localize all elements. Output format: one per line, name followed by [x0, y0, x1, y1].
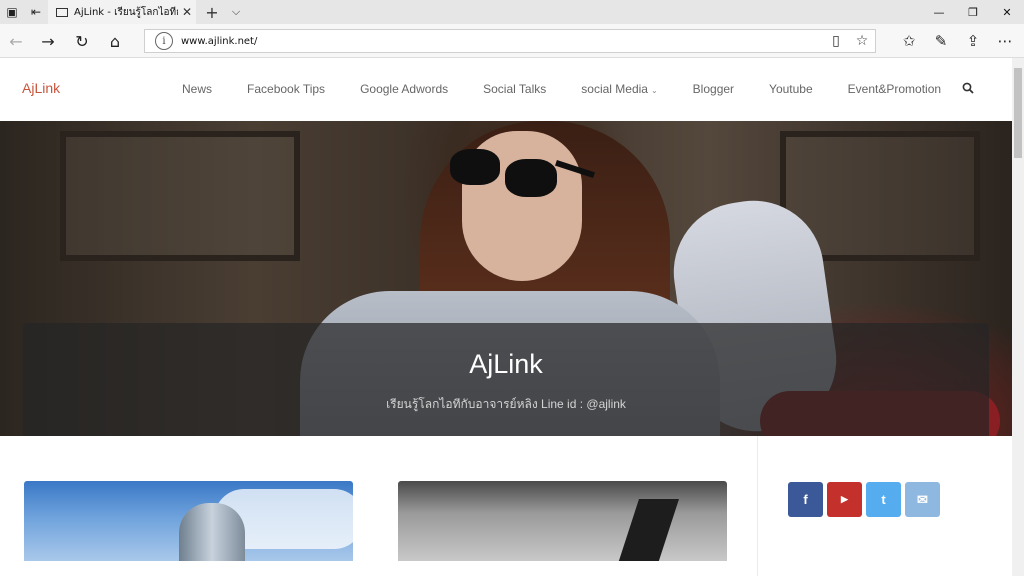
browser-tab-active[interactable]: AjLink - เรียนรู้โลกไอทีกับอ ✕ — [48, 0, 196, 24]
post-thumbnail[interactable] — [24, 481, 353, 561]
favorite-star-icon[interactable]: ☆ — [849, 30, 875, 52]
restore-button[interactable]: ❐ — [956, 0, 990, 24]
more-icon[interactable]: ⋯ — [991, 29, 1019, 53]
hero-caption-box: AjLink เรียนรู้โลกไอทีกับอาจารย์หลิง Lin… — [23, 323, 989, 436]
menu-item-social-media-label: social Media — [581, 82, 648, 96]
reading-view-icon[interactable]: ▯ — [823, 30, 849, 52]
browser-nav-bar: ← → ↻ ⌂ i www.ajlink.net/ ▯ ☆ ✩ ✎ ⇪ ⋯ — [0, 24, 1024, 58]
set-aside-tabs-icon[interactable]: ⇤ — [24, 0, 48, 24]
email-icon: ✉ — [917, 491, 928, 507]
menu-item-facebook-tips[interactable]: Facebook Tips — [247, 82, 325, 96]
menu-item-social-talks[interactable]: Social Talks — [483, 82, 546, 96]
minimize-button[interactable]: — — [922, 0, 956, 24]
hero-banner: AjLink เรียนรู้โลกไอทีกับอาจารย์หลิง Lin… — [0, 121, 1012, 436]
url-text[interactable]: www.ajlink.net/ — [181, 36, 823, 47]
new-tab-button[interactable]: + — [200, 0, 224, 24]
back-icon[interactable]: ← — [4, 29, 28, 53]
web-page: AjLink News Facebook Tips Google Adwords… — [0, 58, 1012, 576]
refresh-icon[interactable]: ↻ — [70, 29, 94, 53]
twitter-button[interactable]: t — [866, 482, 901, 517]
search-icon[interactable] — [962, 82, 974, 94]
tab-list-chevron-icon[interactable]: ⌵ — [224, 0, 248, 24]
facebook-button[interactable]: f — [788, 482, 823, 517]
hero-title: AjLink — [469, 349, 543, 379]
menu-item-blogger[interactable]: Blogger — [693, 82, 734, 96]
youtube-button[interactable]: ▶ — [827, 482, 862, 517]
menu-item-event-promotion[interactable]: Event&Promotion — [848, 82, 941, 96]
menu-item-google-adwords[interactable]: Google Adwords — [360, 82, 448, 96]
page-scrollbar[interactable] — [1012, 58, 1024, 576]
twitter-icon: t — [881, 492, 886, 507]
forward-icon[interactable]: → — [36, 29, 60, 53]
menu-item-youtube[interactable]: Youtube — [769, 82, 813, 96]
hero-subtitle: เรียนรู้โลกไอทีกับอาจารย์หลิง Line id : … — [386, 397, 626, 411]
sunglasses-lens — [505, 159, 557, 197]
hero-background-window — [60, 131, 300, 261]
sidebar-divider — [757, 436, 758, 576]
close-window-button[interactable]: ✕ — [990, 0, 1024, 24]
address-bar[interactable]: i www.ajlink.net/ ▯ ☆ — [144, 29, 876, 53]
site-header: AjLink News Facebook Tips Google Adwords… — [0, 58, 1012, 121]
site-logo[interactable]: AjLink — [22, 80, 60, 96]
scrollbar-thumb[interactable] — [1014, 68, 1022, 158]
main-menu: News Facebook Tips Google Adwords Social… — [182, 82, 976, 96]
share-icon[interactable]: ⇪ — [959, 29, 987, 53]
menu-item-news[interactable]: News — [182, 82, 212, 96]
youtube-icon: ▶ — [841, 494, 848, 504]
facebook-icon: f — [803, 492, 808, 507]
tab-title: AjLink - เรียนรู้โลกไอทีกับอ — [74, 6, 178, 18]
site-info-icon[interactable]: i — [155, 32, 173, 50]
content-area: f ▶ t ✉ — [0, 436, 1012, 576]
page-icon — [56, 7, 68, 17]
pen-icon[interactable]: ✎ — [927, 29, 955, 53]
menu-item-social-media[interactable]: social Media ⌄ — [581, 82, 657, 96]
thumbnail-building — [613, 499, 679, 561]
favorites-icon[interactable]: ✩ — [895, 29, 923, 53]
tab-preview-icon[interactable]: ▣ — [0, 0, 24, 24]
sunglasses-lens — [450, 149, 500, 185]
chevron-down-icon: ⌄ — [650, 86, 658, 95]
thumbnail-building — [179, 503, 245, 561]
email-button[interactable]: ✉ — [905, 482, 940, 517]
home-icon[interactable]: ⌂ — [103, 29, 127, 53]
tab-close-icon[interactable]: ✕ — [178, 5, 196, 19]
post-thumbnail[interactable] — [398, 481, 727, 561]
